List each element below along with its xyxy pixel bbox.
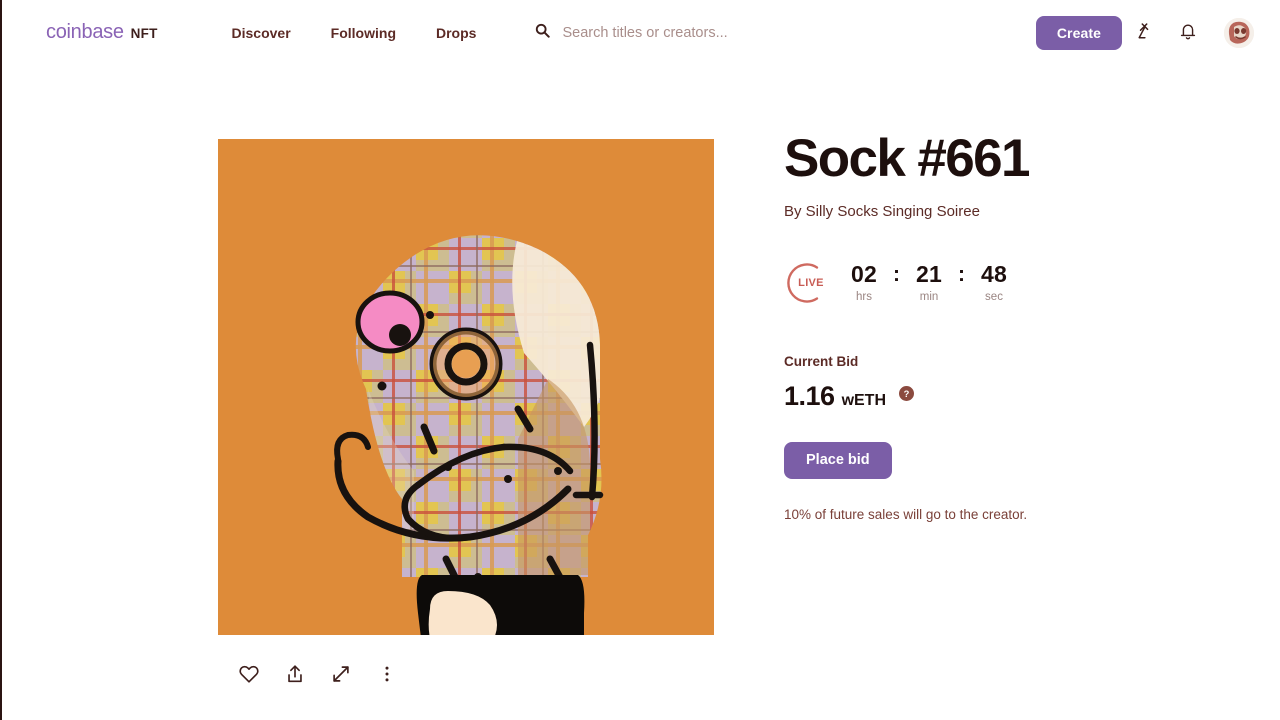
royalty-note: 10% of future sales will go to the creat… xyxy=(784,507,1029,522)
favorite-button[interactable] xyxy=(226,652,272,698)
heart-icon xyxy=(238,663,260,688)
artwork-column xyxy=(218,139,714,698)
countdown-hours-value: 02 xyxy=(851,262,877,287)
nav-item-following[interactable]: Following xyxy=(331,25,396,41)
more-options-button[interactable] xyxy=(364,652,410,698)
main-navigation: Discover Following Drops xyxy=(232,25,477,41)
nav-item-discover[interactable]: Discover xyxy=(232,25,291,41)
header-actions: Create xyxy=(1036,11,1254,55)
auction-timer: LIVE 02 hrs : 21 min : 48 sec xyxy=(784,260,1029,306)
countdown-separator-1: : xyxy=(884,262,909,288)
countdown-seconds: 48 sec xyxy=(974,262,1014,303)
search-input[interactable] xyxy=(562,25,1021,41)
main-content: Sock #661 By Silly Socks Singing Soiree … xyxy=(2,65,1280,698)
auction-button[interactable] xyxy=(1122,11,1166,55)
countdown-seconds-value: 48 xyxy=(981,262,1007,287)
current-bid-row: 1.16 wETH ? xyxy=(784,381,1029,412)
countdown-separator-2: : xyxy=(949,262,974,288)
place-bid-button[interactable]: Place bid xyxy=(784,442,892,479)
page-title: Sock #661 xyxy=(784,131,1029,187)
share-button[interactable] xyxy=(272,652,318,698)
nav-item-drops[interactable]: Drops xyxy=(436,25,476,41)
live-label: LIVE xyxy=(798,277,824,289)
brand-coinbase-text: coinbase xyxy=(46,21,124,44)
share-icon xyxy=(284,663,306,688)
site-header: coinbase NFT Discover Following Drops Cr… xyxy=(2,0,1280,65)
brand-logo[interactable]: coinbase NFT xyxy=(46,21,158,44)
detail-column: Sock #661 By Silly Socks Singing Soiree … xyxy=(784,139,1029,698)
countdown-hours-label: hrs xyxy=(856,291,872,303)
notifications-button[interactable] xyxy=(1166,11,1210,55)
avatar-image xyxy=(1224,18,1254,48)
search-bar[interactable] xyxy=(535,23,1021,43)
bell-icon xyxy=(1178,21,1198,44)
artwork-actions xyxy=(218,652,714,698)
current-bid-label: Current Bid xyxy=(784,354,1029,369)
svg-text:?: ? xyxy=(904,389,910,399)
countdown-hours: 02 hrs xyxy=(844,262,884,303)
current-bid-currency: wETH xyxy=(842,392,886,410)
artwork-image[interactable] xyxy=(218,139,714,635)
countdown-minutes: 21 min xyxy=(909,262,949,303)
countdown-minutes-label: min xyxy=(920,291,939,303)
fullscreen-button[interactable] xyxy=(318,652,364,698)
help-circle-icon[interactable]: ? xyxy=(899,386,914,406)
more-vertical-icon xyxy=(377,664,397,687)
countdown-minutes-value: 21 xyxy=(916,262,942,287)
sock-puppet-illustration xyxy=(218,139,714,635)
brand-nft-text: NFT xyxy=(131,26,158,41)
search-icon xyxy=(535,23,550,43)
expand-icon xyxy=(330,663,352,688)
gavel-icon xyxy=(1134,21,1155,45)
creator-line[interactable]: By Silly Socks Singing Soiree xyxy=(784,203,1029,220)
avatar[interactable] xyxy=(1224,18,1254,48)
countdown: 02 hrs : 21 min : 48 sec xyxy=(844,262,1014,303)
status-badge: LIVE xyxy=(784,260,830,306)
countdown-seconds-label: sec xyxy=(985,291,1003,303)
current-bid-amount: 1.16 xyxy=(784,381,835,412)
create-button[interactable]: Create xyxy=(1036,16,1122,50)
